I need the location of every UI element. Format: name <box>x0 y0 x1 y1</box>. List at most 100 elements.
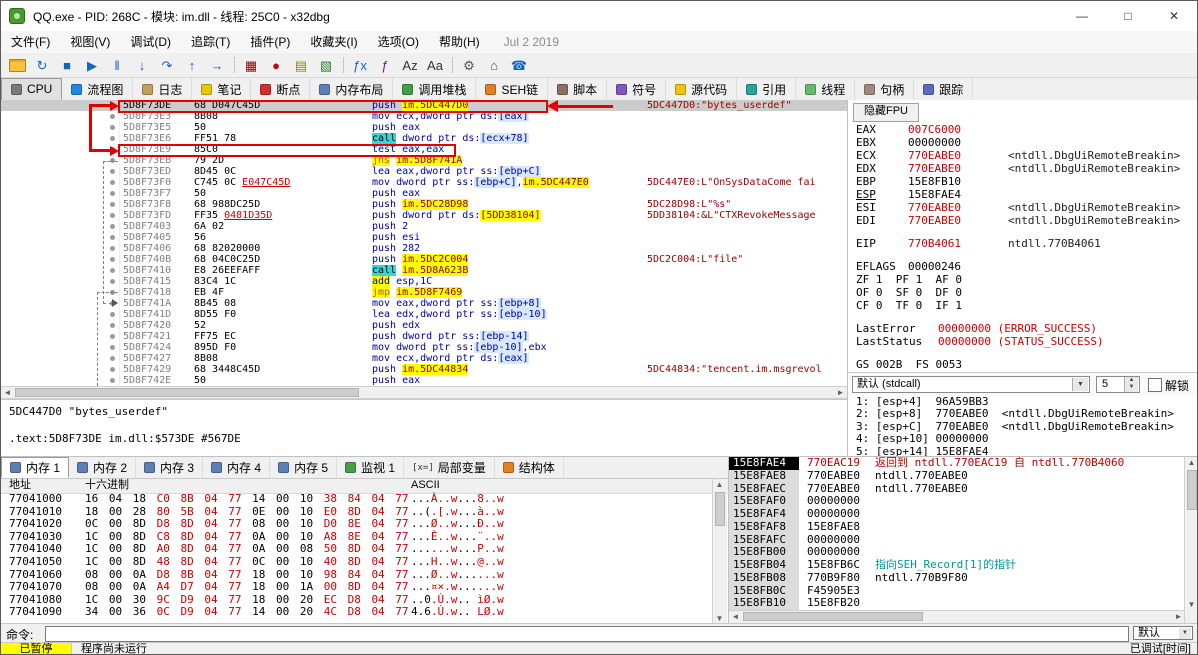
run-button[interactable]: ▶ <box>80 55 104 76</box>
register-row[interactable]: EDI 770EABE0 <ntdll.DbgUiRemoteBreakin> <box>848 214 1197 227</box>
stack-row[interactable]: 15E8FAEC 770EABE0 ntdll.770EABE0 <box>729 482 1184 496</box>
stack-row[interactable]: 15E8FB10 15E8FB20 <box>729 596 1184 610</box>
tab-script[interactable]: 脚本 <box>548 78 608 100</box>
disasm-row[interactable]: 5D8F7406 68 82020000 push 282 <box>1 243 847 254</box>
tab-breakpoints[interactable]: 断点 <box>251 78 311 100</box>
tab-dump1[interactable]: 内存 1 <box>1 457 70 478</box>
menu-trace[interactable]: 追踪(T) <box>181 31 240 53</box>
tab-references[interactable]: 引用 <box>737 78 797 100</box>
scroll-up-icon[interactable]: ▲ <box>713 479 726 490</box>
scroll-left-icon[interactable]: ◄ <box>729 611 742 622</box>
register-row[interactable]: ECX 770EABE0 <ntdll.DbgUiRemoteBreakin> <box>848 149 1197 162</box>
register-row[interactable]: CF 0 TF 0 IF 1 <box>848 299 1197 312</box>
disasm-row[interactable]: 5D8F7403 6A 02 push 2 <box>1 221 847 232</box>
tab-symbols[interactable]: 符号 <box>607 78 667 100</box>
disasm-row[interactable]: 5D8F73ED 8D45 0C lea eax,dword ptr ss:[ebp… <box>1 166 847 177</box>
spinner-arrows-icon[interactable]: ▲ ▼ <box>1124 377 1138 392</box>
disasm-row[interactable]: 5D8F73F7 50 push eax <box>1 188 847 199</box>
tab-source[interactable]: 源代码 <box>666 78 738 100</box>
disasm-row[interactable]: 5D8F741A 8B45 08 mov eax,dword ptr ss:[ebp… <box>1 298 847 309</box>
scroll-up-icon[interactable]: ▲ <box>1185 457 1197 468</box>
stack-row[interactable]: 15E8FB04 15E8FB6C 指向SEH_Record[1]的指针 <box>729 558 1184 572</box>
stack-row[interactable]: 15E8FAE8 770EABE0 ntdll.770EABE0 <box>729 469 1184 483</box>
menu-help[interactable]: 帮助(H) <box>429 31 490 53</box>
tab-graph[interactable]: 流程图 <box>62 78 134 100</box>
analyze-button[interactable]: ƒ <box>373 55 397 76</box>
register-row[interactable]: EBP 15E8FB10 <box>848 175 1197 188</box>
disasm-row[interactable]: 5D8F742E 50 push eax <box>1 375 847 386</box>
breakpoints-button[interactable]: ● <box>264 55 288 76</box>
tab-seh[interactable]: SEH链 <box>476 78 549 100</box>
stack-row[interactable]: 15E8FAF0 00000000 <box>729 494 1184 508</box>
disasm-row[interactable]: 5D8F73E6 FF51 78 call dword ptr ds:[ecx+78… <box>1 133 847 144</box>
register-row[interactable]: ESI 770EABE0 <ntdll.DbgUiRemoteBreakin> <box>848 201 1197 214</box>
minimize-button[interactable]: — <box>1059 1 1105 31</box>
register-row[interactable]: GS 002B FS 0053 <box>848 358 1197 371</box>
step-into-button[interactable]: ↓ <box>130 55 154 76</box>
open-file-button[interactable] <box>5 55 29 76</box>
register-row[interactable]: EBX 00000000 <box>848 136 1197 149</box>
register-row[interactable]: EAX 007C6000 <box>848 123 1197 136</box>
register-row[interactable]: EFLAGS 00000246 <box>848 260 1197 273</box>
restart-button[interactable]: ↻ <box>30 55 54 76</box>
disasm-row[interactable]: 5D8F741D 8D55 F0 lea edx,dword ptr ss:[ebp… <box>1 309 847 320</box>
run-to-user-code-button[interactable]: → <box>205 55 229 76</box>
tab-trace[interactable]: 跟踪 <box>914 78 974 100</box>
tab-struct[interactable]: 结构体 <box>495 457 564 478</box>
tab-log[interactable]: 日志 <box>133 78 193 100</box>
tab-memory-map[interactable]: 内存布局 <box>310 78 394 100</box>
disasm-row[interactable]: 5D8F7421 FF75 EC push dword ptr ss:[ebp-14… <box>1 331 847 342</box>
menu-options[interactable]: 选项(O) <box>368 31 429 53</box>
step-over-button[interactable]: ↷ <box>155 55 179 76</box>
argument-count-stepper[interactable]: 5 ▲ ▼ <box>1096 376 1140 393</box>
scroll-thumb[interactable] <box>1187 470 1197 510</box>
find-references-button[interactable]: Aa <box>423 55 447 76</box>
register-row[interactable]: ESP 15E8FAE4 <box>848 188 1197 201</box>
disasm-row[interactable]: 5D8F73E5 50 push eax <box>1 122 847 133</box>
patches-button[interactable]: ▧ <box>314 55 338 76</box>
detach-button[interactable]: ⌂ <box>482 55 506 76</box>
menu-plugins[interactable]: 插件(P) <box>240 31 300 53</box>
scroll-down-icon[interactable]: ▼ <box>1185 599 1197 610</box>
disasm-row[interactable]: 5D8F7405 56 push esi <box>1 232 847 243</box>
register-row[interactable]: EDX 770EABE0 <ntdll.DbgUiRemoteBreakin> <box>848 162 1197 175</box>
tab-dump2[interactable]: 内存 2 <box>69 457 137 478</box>
stop-button[interactable]: ■ <box>55 55 79 76</box>
scroll-thumb[interactable] <box>743 612 923 621</box>
stack-row[interactable]: 15E8FB08 770B9F80 ntdll.770B9F80 <box>729 571 1184 585</box>
dump-vscrollbar[interactable]: ▲ ▼ <box>712 479 727 624</box>
menu-view[interactable]: 视图(V) <box>60 31 120 53</box>
pause-button[interactable]: ‖ <box>105 55 129 76</box>
find-strings-button[interactable]: Az <box>398 55 422 76</box>
stack-row[interactable]: 15E8FAF8 15E8FAE8 <box>729 520 1184 534</box>
tab-handles[interactable]: 句柄 <box>855 78 915 100</box>
command-input[interactable] <box>45 626 1129 642</box>
tab-dump4[interactable]: 内存 4 <box>203 457 271 478</box>
stack-row[interactable]: 15E8FB00 00000000 <box>729 545 1184 559</box>
scroll-thumb[interactable] <box>15 388 359 397</box>
disassembly-pane[interactable]: 5D8F73DE 68 D047C45D push im.5DC447D0 5DC44… <box>1 100 847 386</box>
disasm-row[interactable]: 5D8F7415 83C4 1C add esp,1C <box>1 276 847 287</box>
stack-hscrollbar[interactable]: ◄ ► <box>729 610 1185 624</box>
tab-cpu[interactable]: CPU <box>1 78 63 100</box>
calling-convention-select[interactable]: 默认 (stdcall) ▼ <box>852 376 1090 393</box>
disasm-row[interactable]: 5D8F73F8 68 988DC25D push im.5DC28D98 5DC28… <box>1 199 847 210</box>
register-row[interactable]: LastError 00000000 (ERROR_SUCCESS) <box>848 322 1197 335</box>
stack-row[interactable]: 15E8FAE4 770EAC19 返回到 ntdll.770EAC19 自 ntd… <box>729 457 1184 470</box>
settings-button[interactable]: ▦ <box>239 55 263 76</box>
command-profile-select[interactable]: 默认 ▼ <box>1133 626 1193 640</box>
stack-row[interactable]: 15E8FB0C F45905E3 <box>729 584 1184 598</box>
tab-locals[interactable]: [x=] 局部变量 <box>404 457 495 478</box>
tab-call-stack[interactable]: 调用堆栈 <box>393 78 477 100</box>
scroll-left-icon[interactable]: ◄ <box>1 387 14 398</box>
memory-map-button[interactable]: ▤ <box>289 55 313 76</box>
unlock-checkbox[interactable] <box>1148 378 1162 392</box>
menu-favourites[interactable]: 收藏夹(I) <box>300 31 367 53</box>
preferences-button[interactable]: ⚙ <box>457 55 481 76</box>
close-button[interactable]: ✕ <box>1151 1 1197 31</box>
disasm-row[interactable]: 5D8F7410 E8 26EEFAFF call im.5D8A623B <box>1 265 847 276</box>
disasm-row[interactable]: 5D8F73FD FF35 0481D35D push dword ptr ds:[… <box>1 210 847 221</box>
register-row[interactable]: ZF 1 PF 1 AF 0 <box>848 273 1197 286</box>
scroll-right-icon[interactable]: ► <box>834 387 847 398</box>
step-out-button[interactable]: ↑ <box>180 55 204 76</box>
